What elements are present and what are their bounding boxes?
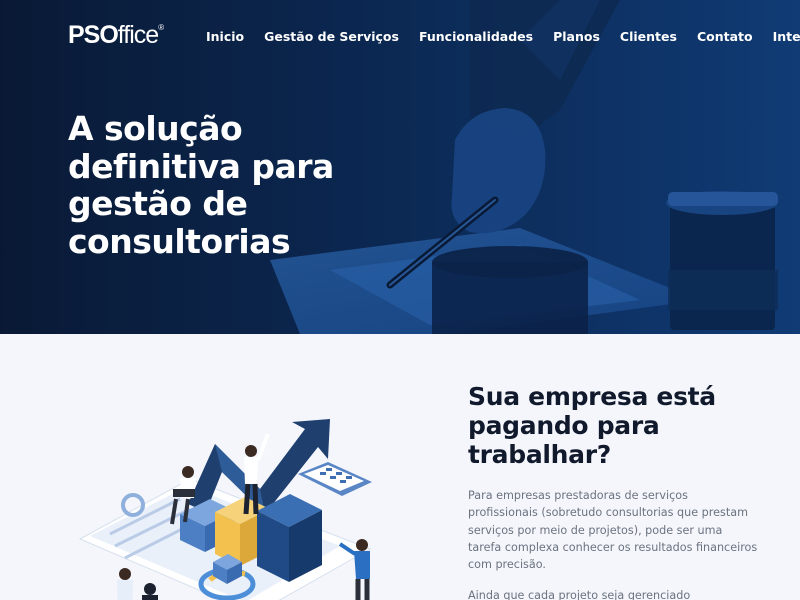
nav-item-planos[interactable]: Planos <box>553 29 600 44</box>
logo-registered-mark: ® <box>158 23 165 32</box>
hero-banner: PSOffice® Inicio Gestão de Serviços Func… <box>0 0 800 334</box>
intro-heading-bold: Sua empresa está pagando para <box>468 382 716 440</box>
intro-paragraph-2: Ainda que cada projeto seja gerenciado <box>468 589 691 600</box>
psoffice-logo[interactable]: PSOffice® <box>68 21 164 51</box>
nav-item-inicio[interactable]: Inicio <box>206 29 244 44</box>
hero-title-part: A <box>68 109 105 148</box>
nav-item-contato[interactable]: Contato <box>697 29 753 44</box>
nav-item-clientes[interactable]: Clientes <box>620 29 677 44</box>
hero-title-bold: gestão de <box>68 184 248 223</box>
nav-item-integracoes[interactable]: Integrações <box>773 29 800 44</box>
main-navigation: Inicio Gestão de Serviços Funcionalidade… <box>206 29 800 44</box>
hero-title-bold: solução <box>104 109 243 148</box>
intro-paragraph-1: Para empresas prestadoras de serviços pr… <box>468 489 758 572</box>
hero-title-bold: definitiva <box>68 146 241 186</box>
intro-section: Sua empresa está pagando para trabalhar?… <box>0 334 800 600</box>
hero-title-part: para <box>240 146 334 186</box>
hero-headline: A solução definitiva para gestão de cons… <box>68 110 388 260</box>
logo-rest-text: ffice <box>117 21 159 49</box>
nav-item-gestao-de-servicos[interactable]: Gestão de Serviços <box>264 29 399 44</box>
hero-title-bold: consultorias <box>68 221 291 261</box>
intro-heading: Sua empresa está pagando para trabalhar? <box>468 382 758 469</box>
growth-chart-illustration <box>78 419 372 600</box>
nav-item-funcionalidades[interactable]: Funcionalidades <box>419 29 533 44</box>
intro-heading-rest: trabalhar? <box>468 440 611 469</box>
logo-bold-text: PSO <box>68 21 119 49</box>
